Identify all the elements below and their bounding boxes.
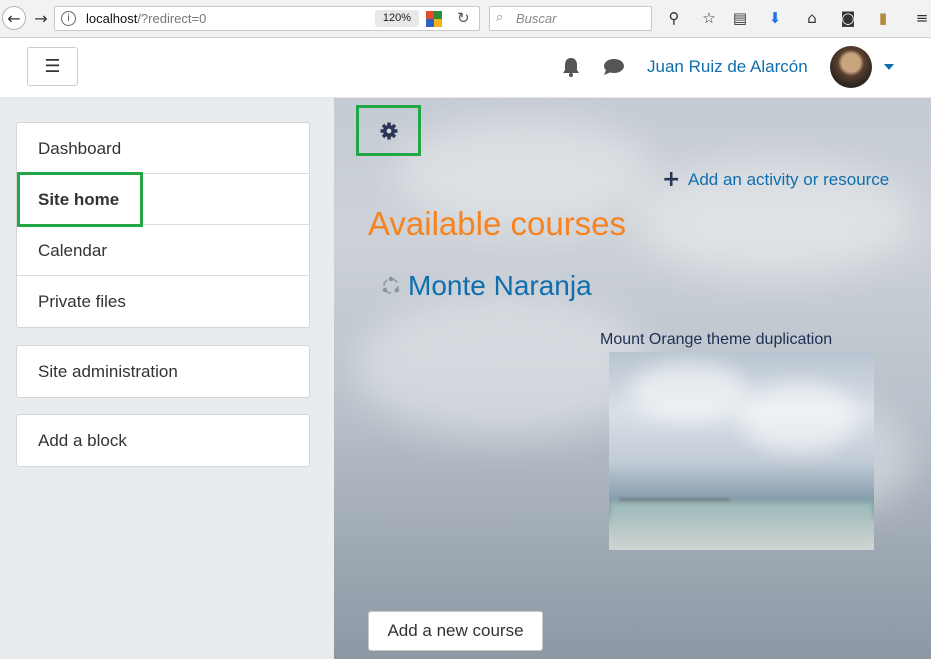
search-go-icon[interactable]: ⚲ xyxy=(664,8,684,28)
nav-item-label: Calendar xyxy=(38,241,107,260)
reading-list-icon[interactable]: ▤ xyxy=(730,8,750,28)
bookmark-star-icon[interactable]: ☆ xyxy=(699,8,719,28)
image-cloud xyxy=(739,382,859,452)
caret-down-icon[interactable] xyxy=(884,64,894,70)
url-text[interactable]: localhost/?redirect=0 xyxy=(86,11,206,26)
search-bar[interactable]: ⌕ Buscar xyxy=(489,6,652,31)
url-host: localhost xyxy=(86,11,138,26)
home-icon[interactable]: ⌂ xyxy=(802,8,822,28)
add-activity-label: Add an activity or resource xyxy=(688,170,890,189)
image-shore xyxy=(609,502,874,550)
nav-item-site-administration[interactable]: Site administration xyxy=(17,346,309,397)
user-menu-name[interactable]: Juan Ruiz de Alarcón xyxy=(647,57,808,77)
reload-icon[interactable]: ↻ xyxy=(457,9,470,27)
nav-item-dashboard[interactable]: Dashboard xyxy=(17,123,309,174)
search-placeholder: Buscar xyxy=(516,11,557,26)
highlight-box xyxy=(17,172,143,227)
main-nav-card: Dashboard Site home Calendar Private fil… xyxy=(16,122,310,328)
block-nav-card: Add a block xyxy=(16,414,310,467)
course-name: Monte Naranja xyxy=(408,270,592,301)
main-region: + Add an activity or resource Available … xyxy=(334,98,931,659)
course-image xyxy=(609,352,874,550)
nav-item-site-home[interactable]: Site home xyxy=(17,172,309,227)
plus-icon: + xyxy=(662,167,681,192)
notification-bell-icon[interactable] xyxy=(562,57,580,77)
browser-toolbar: ← → i localhost/?redirect=0 120% ↻ ⌕ Bus… xyxy=(0,0,931,38)
url-path: /?redirect=0 xyxy=(137,11,207,26)
messages-icon[interactable] xyxy=(603,58,624,76)
nav-item-label: Dashboard xyxy=(38,139,122,158)
available-courses-heading: Available courses xyxy=(368,205,627,242)
admin-nav-card: Site administration xyxy=(16,345,310,398)
search-icon: ⌕ xyxy=(496,10,504,25)
nav-item-label: Private files xyxy=(38,292,126,311)
extension-icon[interactable] xyxy=(425,10,443,28)
info-icon[interactable]: i xyxy=(61,11,76,26)
nav-item-private-files[interactable]: Private files xyxy=(17,276,309,327)
drawer-toggle-button[interactable]: ☰ xyxy=(27,47,78,86)
add-activity-link[interactable]: + Add an activity or resource xyxy=(662,167,890,192)
course-summary: Mount Orange theme duplication xyxy=(600,331,833,348)
pocket-icon[interactable]: ◙ xyxy=(838,8,858,28)
download-icon[interactable]: ⬇ xyxy=(765,8,785,28)
avatar[interactable] xyxy=(830,46,872,88)
gear-icon xyxy=(380,122,397,139)
addon-icon[interactable]: ▮ xyxy=(873,8,893,28)
course-link[interactable]: Monte Naranja xyxy=(381,270,592,302)
nav-item-calendar[interactable]: Calendar xyxy=(17,225,309,276)
forward-arrow-icon[interactable]: → xyxy=(30,6,52,30)
nav-drawer: Dashboard Site home Calendar Private fil… xyxy=(0,98,334,659)
image-cloud xyxy=(629,362,749,422)
browser-menu-icon[interactable]: ≡ xyxy=(912,8,931,28)
zoom-level-badge[interactable]: 120% xyxy=(375,10,419,27)
nav-item-add-block[interactable]: Add a block xyxy=(17,415,309,466)
add-new-course-button[interactable]: Add a new course xyxy=(368,611,543,651)
address-bar[interactable]: i localhost/?redirect=0 120% ↻ xyxy=(54,6,480,31)
back-arrow-icon[interactable]: ← xyxy=(2,6,26,30)
settings-menu-button[interactable] xyxy=(356,105,421,156)
site-header: ☰ Juan Ruiz de Alarcón xyxy=(0,38,931,98)
course-icon xyxy=(382,276,400,294)
